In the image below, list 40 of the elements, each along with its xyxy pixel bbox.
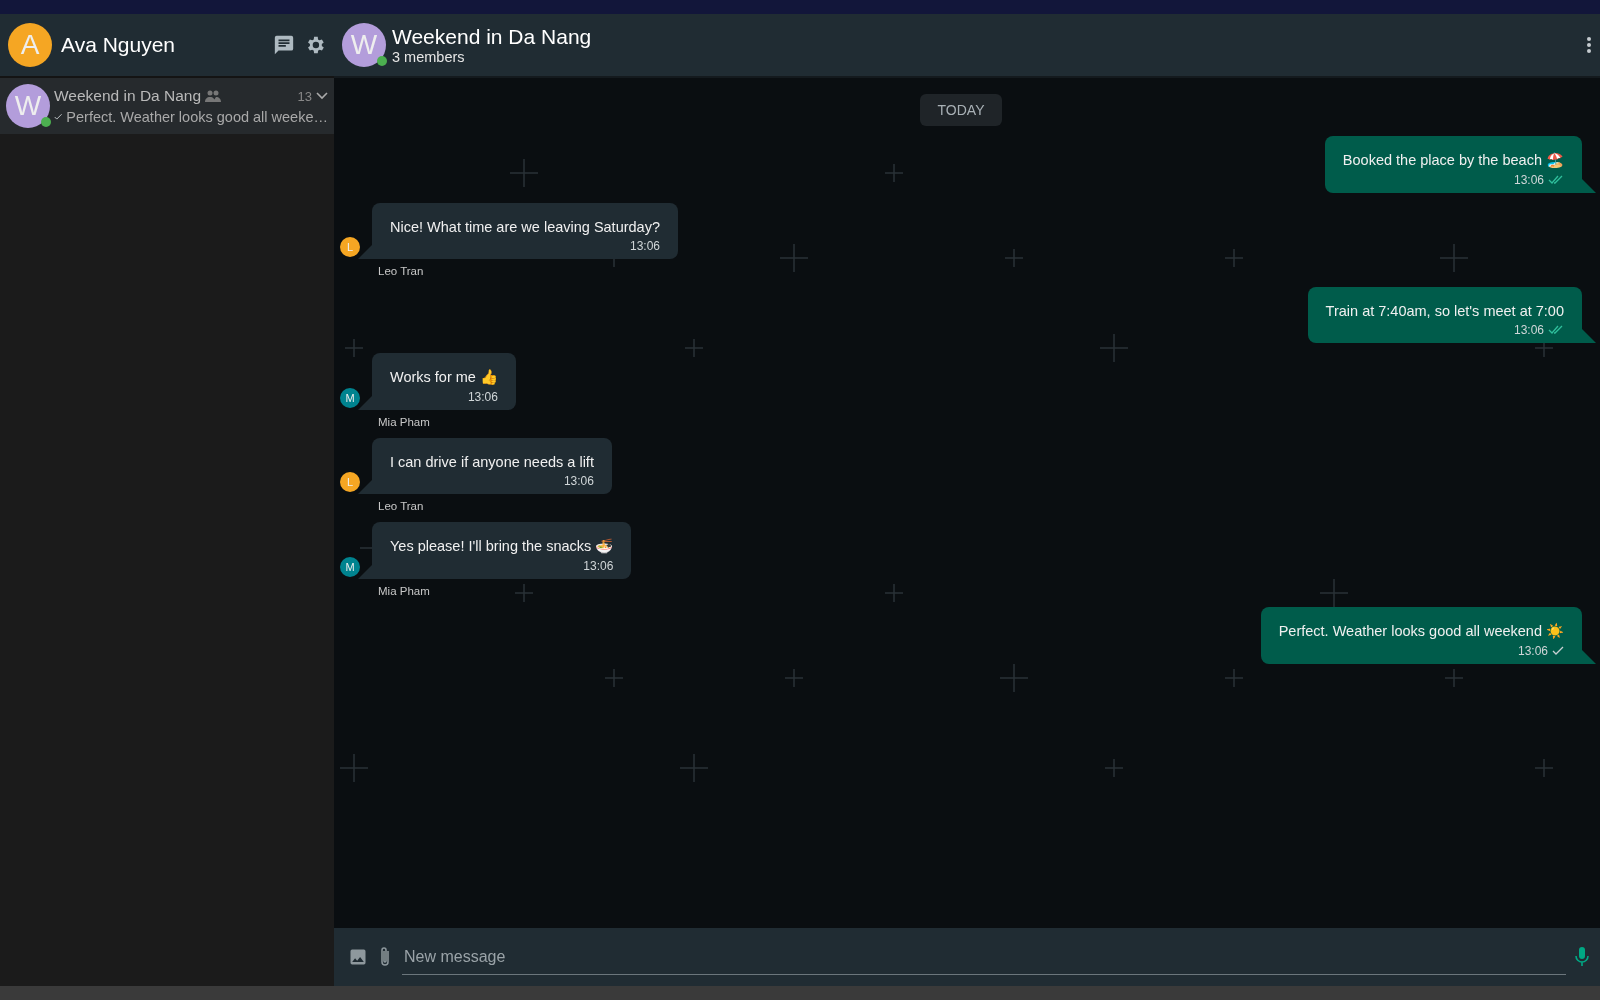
message-time: 13:06 (583, 559, 614, 573)
message-composer[interactable]: New message (334, 928, 1600, 986)
message-time: 13:06 (563, 474, 594, 488)
more-options-icon[interactable] (1586, 36, 1592, 54)
chat-avatar: W (6, 84, 50, 128)
message-time: 13:06 (629, 239, 660, 253)
profile-name: Ava Nguyen (61, 33, 177, 57)
group-avatar[interactable]: W (342, 23, 386, 67)
message-preview: Perfect. Weather looks good all weeke… (66, 109, 328, 125)
sender-avatar: L (340, 237, 360, 257)
message-text: Yes please! I'll bring the snacks 🍜 (390, 538, 614, 555)
message-text: Perfect. Weather looks good all weekend ☀ (1278, 623, 1564, 640)
microphone-icon[interactable] (1574, 945, 1590, 969)
chevron-down-icon[interactable] (316, 92, 328, 100)
sender-name: Mia Pham (378, 416, 430, 428)
conversation-title: Weekend in Da Nang (392, 25, 593, 49)
chat-list-item[interactable]: W Weekend in Da Nang 13 Perfect. Weather looks good all weeke… (0, 78, 334, 134)
message-text: Booked the place by the beach 🏖 (1342, 152, 1564, 169)
image-icon[interactable] (348, 947, 368, 967)
sender-avatar: L (340, 472, 360, 492)
sender-name: Leo Tran (378, 500, 424, 512)
message-text: Nice! What time are we leaving Saturday? (390, 219, 660, 235)
message-time: 13:06 (467, 390, 498, 404)
sender-avatar: M (340, 557, 360, 577)
group-icon (205, 90, 222, 102)
message-time: 13:06 (1517, 644, 1548, 658)
message-time: 13:06 (1513, 173, 1544, 187)
profile-avatar[interactable]: A (8, 23, 52, 67)
chat-icon[interactable] (273, 34, 295, 56)
sender-name: Mia Pham (378, 585, 430, 597)
chat-time: 13 (297, 88, 312, 104)
message-time: 13:06 (1513, 323, 1544, 337)
message-input[interactable]: New message (402, 939, 1566, 975)
message-text: I can drive if anyone needs a lift (390, 454, 594, 470)
chat-name: Weekend in Da Nang (54, 87, 202, 105)
sender-name: Leo Tran (378, 265, 424, 277)
member-count: 3 members (392, 49, 466, 65)
message-text: Train at 7:40am, so let's meet at 7:00 (1325, 303, 1564, 319)
message-text: Works for me 👍 (390, 369, 498, 386)
sender-avatar: M (340, 388, 360, 408)
